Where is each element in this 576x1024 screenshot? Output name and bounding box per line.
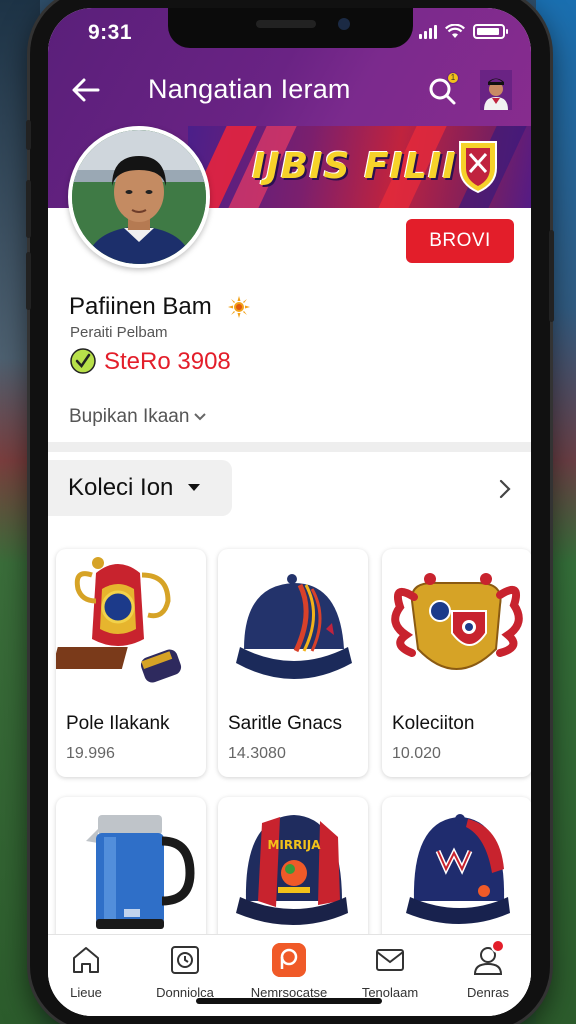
follow-button[interactable]: BROVI [406,219,514,263]
kettle-icon [86,815,195,929]
banner-text: IJBIS FILII [252,146,457,187]
volume-down-button [26,252,31,310]
arrow-left-icon [72,78,100,102]
nav-item-messages[interactable]: Tenolaam [342,943,438,1000]
profile-more-label: Bupikan Ikaan [69,406,190,427]
speaker [256,20,316,28]
cap-icon [406,814,510,924]
user-avatar[interactable] [480,70,512,110]
product-card[interactable]: Koleciiton 10.020 [382,549,531,777]
product-title: Saritle Gnacs [228,713,343,734]
nav-label: Lieue [70,985,102,1000]
product-card[interactable]: Saritle Gnacs 14.3080 [218,549,368,777]
profile-avatar[interactable] [68,126,210,268]
battery-icon [473,24,508,39]
app-screen: 9:31 Nangatian Ieram 1 IJBIS FILII BROVI… [48,8,531,1016]
product-price: 10.020 [392,745,441,762]
nav-item-home[interactable]: Lieue [48,943,134,1000]
emblem-icon [391,573,523,670]
collection-dropdown[interactable]: Koleci Ion [48,460,232,516]
nav-item-shop[interactable]: Nemrsocatse [241,943,337,1000]
product-title: Koleciiton [392,713,475,734]
camera [338,18,350,30]
search-button[interactable]: 1 [426,72,460,108]
chevron-down-icon [194,413,207,421]
status-icons [419,24,508,39]
profile-handle: Peraiti Pelbam [70,324,168,341]
home-icon [73,947,99,973]
trophy-icon [56,557,182,683]
collection-label: Koleci Ion [68,474,174,501]
profile-photo-icon [72,130,206,264]
profile-icon-wrap [471,939,505,977]
profile-banner: IJBIS FILII [188,126,531,208]
home-indicator[interactable] [196,998,382,1004]
product-card[interactable]: Pole Ilakank 19.996 [56,549,206,777]
section-divider [48,442,531,452]
notch [168,8,413,48]
banner-emblem-icon [459,141,497,194]
sun-badge-icon [228,296,250,318]
check-circle-icon [70,348,96,374]
back-button[interactable] [68,72,104,108]
profile-more-dropdown[interactable]: Bupikan Ikaan [69,406,207,428]
profile-stat: SteRo 3908 [104,348,231,375]
power-button [549,230,554,322]
notification-badge: 1 [447,72,459,84]
nav-label: Denras [467,985,509,1000]
product-price: 14.3080 [228,745,286,762]
nav-item-history[interactable]: Donniolca [137,943,233,1000]
nav-badge [491,939,505,953]
svg-text:MIRRIJA: MIRRIJA [267,838,321,852]
cap-icon [236,574,352,679]
mute-switch [26,120,31,150]
product-title: Pole Ilakank [66,713,170,734]
caret-down-icon [188,484,201,491]
avatar-icon [480,70,512,110]
bag-icon [272,943,306,977]
chevron-right-icon[interactable] [496,478,514,500]
product-price: 19.996 [66,745,115,762]
signal-icon [419,24,437,39]
nav-item-profile[interactable]: Denras [440,939,531,1000]
volume-up-button [26,180,31,238]
mail-icon [376,949,404,971]
cap-icon: MIRRIJA [236,815,348,925]
profile-name: Pafiinen Bam [69,293,212,320]
status-time: 9:31 [88,21,133,44]
page-title: Nangatian Ieram [148,74,351,104]
wifi-icon [445,24,465,38]
clock-icon [171,946,199,974]
